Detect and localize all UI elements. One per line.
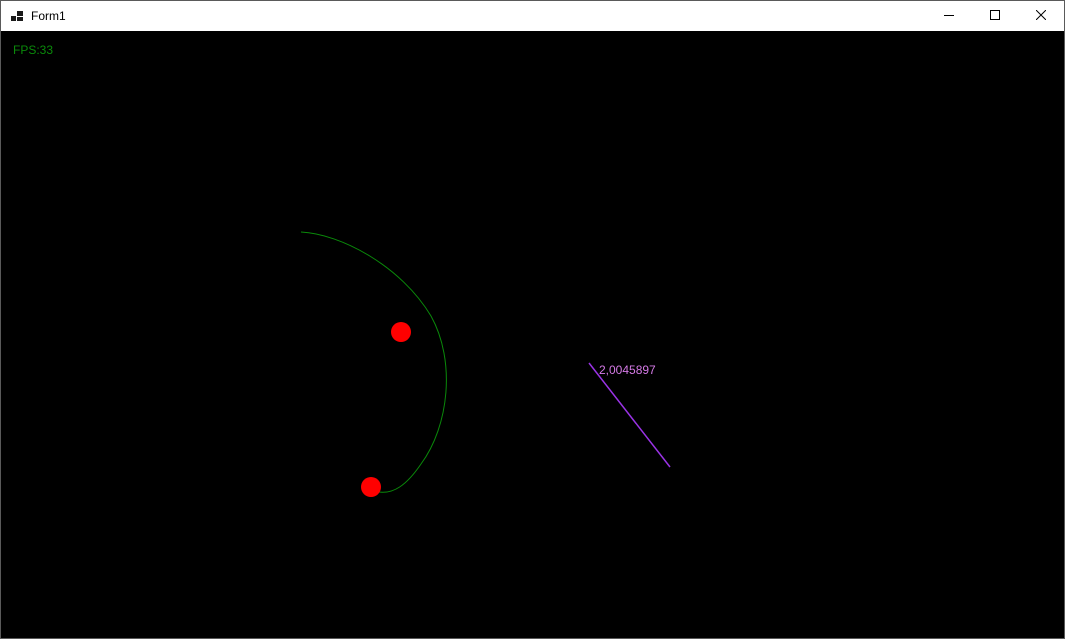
maximize-button[interactable] — [972, 1, 1018, 31]
fps-counter: FPS:33 — [13, 43, 54, 57]
close-button[interactable] — [1018, 1, 1064, 31]
title-bar[interactable]: Form1 — [1, 1, 1064, 31]
ball-lower — [361, 477, 381, 497]
maximize-icon — [990, 7, 1000, 25]
minimize-icon — [944, 7, 954, 25]
vector-line — [588, 362, 671, 468]
trajectory-arc — [300, 231, 447, 493]
scene-canvas: 2,0045897 — [300, 231, 671, 497]
vector-value-label: 2,0045897 — [599, 363, 656, 377]
render-area[interactable]: 2,0045897 FPS:33 — [1, 31, 1064, 638]
app-icon[interactable] — [11, 10, 25, 22]
ball-upper — [391, 322, 411, 342]
minimize-button[interactable] — [926, 1, 972, 31]
close-icon — [1035, 7, 1047, 25]
window-title: Form1 — [31, 9, 66, 23]
app-window: Form1 2,0045897 FPS:33 — [0, 0, 1065, 639]
